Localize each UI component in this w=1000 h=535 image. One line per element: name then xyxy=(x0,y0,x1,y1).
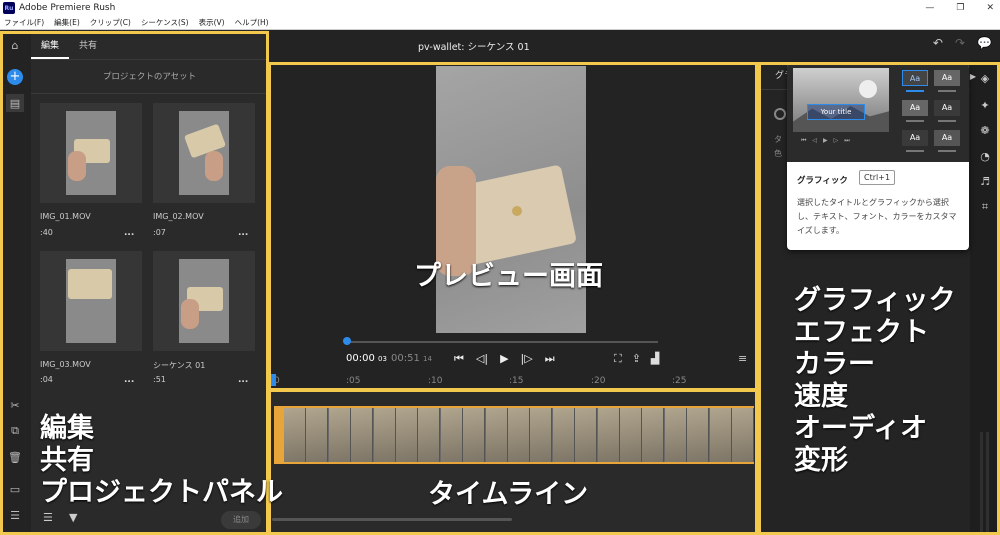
comment-icon[interactable]: 💬 xyxy=(977,36,992,50)
menu-help[interactable]: ヘルプ(H) xyxy=(235,17,269,28)
annotation-right: オーディオ xyxy=(794,413,928,444)
title-bar: Ru Adobe Premiere Rush — ❐ ✕ xyxy=(0,0,1000,16)
sequence-title: pv-wallet: シーケンス 01 xyxy=(418,42,530,53)
annotation-right: グラフィック xyxy=(794,285,956,316)
window-title: Adobe Premiere Rush xyxy=(19,3,116,13)
undo-icon[interactable]: ↶ xyxy=(933,36,943,50)
annotation-right: 変形 xyxy=(794,445,848,476)
menu-view[interactable]: 表示(V) xyxy=(199,17,225,28)
close-icon[interactable]: ✕ xyxy=(986,3,994,13)
menu-file[interactable]: ファイル(F) xyxy=(4,17,44,28)
annotation-timeline: タイムライン xyxy=(428,479,589,510)
annotation-left: 共有 xyxy=(40,445,94,476)
menu-edit[interactable]: 編集(E) xyxy=(54,17,80,28)
menu-clip[interactable]: クリップ(C) xyxy=(90,17,131,28)
highlight-preview xyxy=(268,62,758,391)
header: pv-wallet: シーケンス 01 ↶ ↷ 💬 xyxy=(268,30,1000,60)
restore-icon[interactable]: ❐ xyxy=(956,3,964,13)
minimize-icon[interactable]: — xyxy=(925,3,934,13)
highlight-timeline xyxy=(268,389,758,535)
annotation-left: プロジェクトパネル xyxy=(40,477,283,508)
annotation-right: エフェクト xyxy=(794,317,929,348)
redo-icon[interactable]: ↷ xyxy=(955,36,965,50)
annotation-preview: プレビュー画面 xyxy=(414,261,603,292)
annotation-left: 編集 xyxy=(40,413,94,444)
annotation-right: 速度 xyxy=(794,381,848,412)
annotation-right: カラー xyxy=(794,349,875,380)
menu-bar: ファイル(F) 編集(E) クリップ(C) シーケンス(S) 表示(V) ヘルプ… xyxy=(0,16,1000,30)
menu-sequence[interactable]: シーケンス(S) xyxy=(141,17,189,28)
app-logo-icon: Ru xyxy=(3,2,15,14)
